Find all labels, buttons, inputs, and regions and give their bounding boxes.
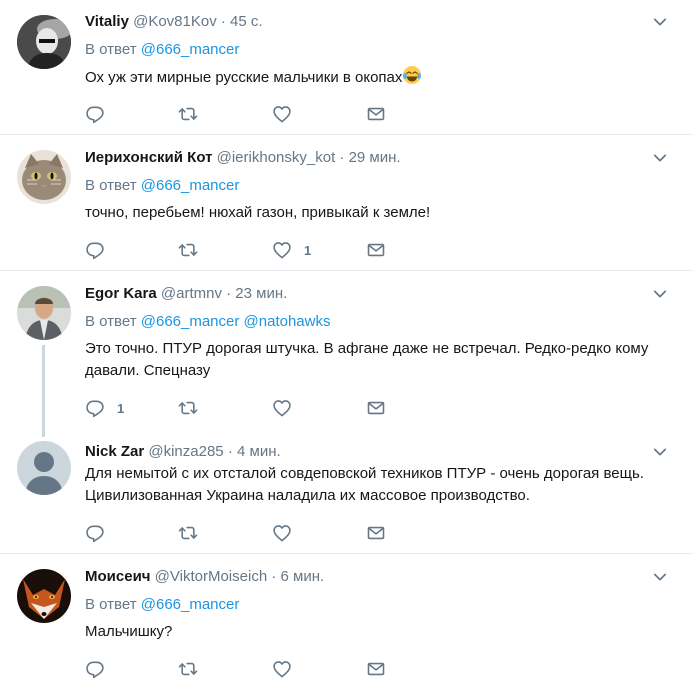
- retweet-button[interactable]: [178, 397, 210, 419]
- face-with-tears-of-joy-icon: [402, 65, 422, 92]
- reply-prefix: В ответ: [85, 313, 137, 330]
- mention-link[interactable]: @666_mancer: [141, 313, 240, 330]
- direct-message-button[interactable]: [366, 658, 386, 680]
- author-handle[interactable]: @Kov81Kov: [133, 13, 217, 30]
- chevron-down-icon[interactable]: [651, 149, 669, 167]
- timestamp[interactable]: · 23 мин.: [226, 285, 287, 302]
- tweet[interactable]: Nick Zar @kinza285 · 4 мин. Для немытой …: [0, 430, 693, 553]
- tweet[interactable]: Egor Kara @artmnv · 23 мин. В ответ @666…: [0, 271, 693, 429]
- avatar[interactable]: [17, 441, 71, 495]
- heart-icon: [272, 104, 292, 124]
- chevron-down-icon[interactable]: [651, 568, 669, 586]
- avatar[interactable]: [17, 569, 71, 623]
- tweet-text: Это точно. ПТУР дорогая штучка. В афгане…: [85, 340, 649, 379]
- heart-icon: [272, 523, 292, 543]
- tweet-actions: 1: [85, 397, 405, 419]
- timestamp[interactable]: · 4 мин.: [228, 443, 281, 460]
- like-button[interactable]: [272, 397, 304, 419]
- reply-icon: [85, 659, 105, 679]
- tweet-text: Для немытой с их отсталой совдеповской т…: [85, 465, 644, 504]
- retweet-button[interactable]: [178, 103, 210, 125]
- like-button[interactable]: [272, 658, 304, 680]
- reply-count: 1: [117, 400, 125, 416]
- envelope-icon: [366, 659, 386, 679]
- author-name[interactable]: Vitaliy: [85, 13, 129, 30]
- envelope-icon: [366, 398, 386, 418]
- reply-icon: [85, 523, 105, 543]
- reply-context: В ответ @666_mancer: [85, 177, 239, 195]
- reply-context: В ответ @666_mancer @natohawks: [85, 313, 331, 331]
- direct-message-button[interactable]: [366, 239, 386, 261]
- envelope-icon: [366, 523, 386, 543]
- retweet-icon: [178, 398, 198, 418]
- retweet-icon: [178, 240, 198, 260]
- tweet-text: Ох уж эти мирные русские мальчики в окоп…: [85, 65, 660, 92]
- direct-message-button[interactable]: [366, 522, 386, 544]
- timestamp[interactable]: · 45 с.: [221, 13, 263, 30]
- retweet-button[interactable]: [178, 522, 210, 544]
- reply-button[interactable]: [85, 239, 117, 261]
- tweet[interactable]: Иерихонский Кот @ierikhonsky_kot · 29 ми…: [0, 135, 693, 270]
- tweet[interactable]: Vitaliy @Kov81Kov · 45 с. В ответ @666_m…: [0, 0, 693, 134]
- mention-link[interactable]: @666_mancer: [141, 177, 240, 194]
- timestamp[interactable]: · 29 мин.: [339, 149, 400, 166]
- retweet-button[interactable]: [178, 658, 210, 680]
- tweet-actions: [85, 103, 405, 125]
- chevron-down-icon[interactable]: [651, 285, 669, 303]
- mention-link[interactable]: @666_mancer: [141, 596, 240, 613]
- retweet-icon: [178, 523, 198, 543]
- heart-icon: [272, 659, 292, 679]
- reply-button[interactable]: [85, 103, 117, 125]
- author-name[interactable]: Nick Zar: [85, 443, 144, 460]
- chevron-down-icon[interactable]: [651, 13, 669, 31]
- like-button[interactable]: 1: [272, 239, 311, 261]
- mention-link[interactable]: @natohawks: [244, 313, 331, 330]
- reply-icon: [85, 398, 105, 418]
- retweet-button[interactable]: [178, 239, 210, 261]
- author-handle[interactable]: @ViktorMoiseich: [155, 568, 268, 585]
- chevron-down-icon[interactable]: [651, 443, 669, 461]
- tweet-actions: [85, 522, 405, 544]
- like-count: 1: [304, 242, 312, 258]
- tweet-actions: 1: [85, 239, 405, 261]
- reply-button[interactable]: 1: [85, 397, 124, 419]
- reply-context: В ответ @666_mancer: [85, 41, 239, 59]
- tweet[interactable]: Моисеич @ViktorMoiseich · 6 мин. В ответ…: [0, 554, 693, 689]
- avatar[interactable]: [17, 15, 71, 69]
- heart-icon: [272, 240, 292, 260]
- author-handle[interactable]: @artmnv: [161, 285, 222, 302]
- tweet-actions: [85, 658, 405, 680]
- avatar[interactable]: [17, 286, 71, 340]
- retweet-icon: [178, 659, 198, 679]
- heart-icon: [272, 398, 292, 418]
- like-button[interactable]: [272, 103, 304, 125]
- tweet-text: Мальчишку?: [85, 623, 173, 640]
- reply-context: В ответ @666_mancer: [85, 596, 239, 614]
- author-name[interactable]: Egor Kara: [85, 285, 157, 302]
- like-button[interactable]: [272, 522, 304, 544]
- reply-prefix: В ответ: [85, 177, 137, 194]
- reply-prefix: В ответ: [85, 596, 137, 613]
- envelope-icon: [366, 240, 386, 260]
- direct-message-button[interactable]: [366, 103, 386, 125]
- direct-message-button[interactable]: [366, 397, 386, 419]
- timestamp[interactable]: · 6 мин.: [271, 568, 324, 585]
- reply-icon: [85, 104, 105, 124]
- tweet-text: точно, перебьем! нюхай газон, привыкай к…: [85, 204, 431, 221]
- author-handle[interactable]: @kinza285: [148, 443, 223, 460]
- reply-prefix: В ответ: [85, 41, 137, 58]
- author-name[interactable]: Иерихонский Кот: [85, 149, 212, 166]
- envelope-icon: [366, 104, 386, 124]
- retweet-icon: [178, 104, 198, 124]
- author-handle[interactable]: @ierikhonsky_kot: [217, 149, 336, 166]
- mention-link[interactable]: @666_mancer: [141, 41, 240, 58]
- author-name[interactable]: Моисеич: [85, 568, 151, 585]
- reply-button[interactable]: [85, 522, 117, 544]
- avatar[interactable]: [17, 150, 71, 204]
- reply-button[interactable]: [85, 658, 117, 680]
- reply-icon: [85, 240, 105, 260]
